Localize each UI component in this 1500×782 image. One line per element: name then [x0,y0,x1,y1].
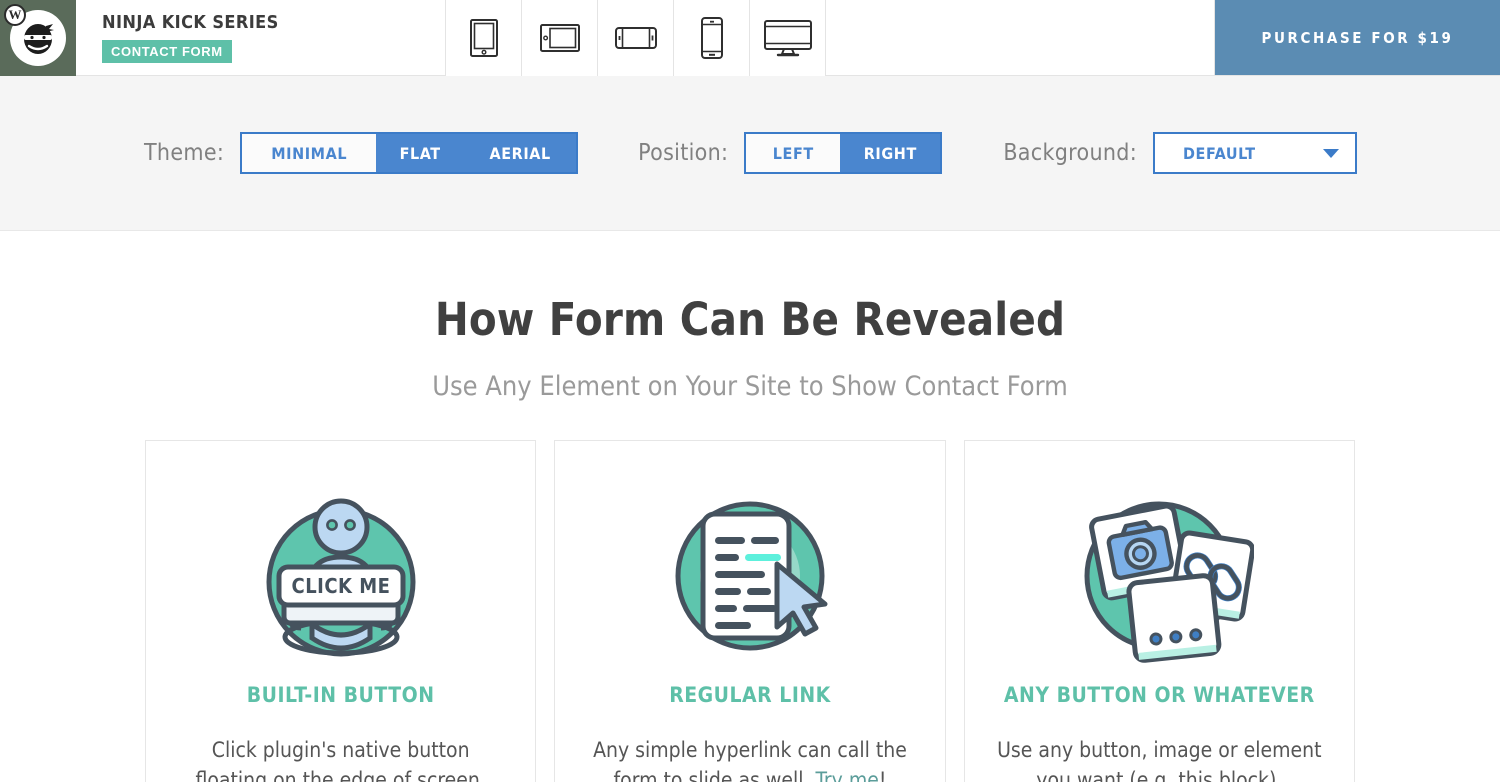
feature-card-any-button[interactable]: ANY BUTTON OR WHATEVER Use any button, i… [963,440,1355,782]
card-body-text-after: ! [878,768,887,782]
card-body: Any simple hyperlink can call the form t… [585,735,914,782]
background-label: Background: [1003,140,1137,166]
position-option-left[interactable]: LEFT [746,134,841,172]
position-label: Position: [638,140,729,166]
position-control-group: Position: LEFT RIGHT [638,132,943,174]
click-me-character-illustration: CLICK ME [246,479,436,669]
tablet-landscape-icon [539,24,580,52]
device-button-phone-portrait[interactable] [674,0,750,76]
page-title: How Form Can Be Revealed [434,293,1066,346]
card-body: Use any button, image or element you wan… [997,738,1322,782]
background-control-group: Background: DEFAULT [1003,132,1357,174]
ninja-face-icon [24,23,54,54]
theme-option-aerial[interactable]: AERIAL [464,134,577,172]
background-select-value: DEFAULT [1183,143,1256,163]
feature-card-regular-link[interactable]: REGULAR LINK Any simple hyperlink can ca… [554,440,946,782]
position-option-right[interactable]: RIGHT [840,134,941,172]
device-button-desktop[interactable] [750,0,826,76]
desktop-icon [763,20,812,57]
header-spacer [826,0,1215,75]
feature-card-built-in-button[interactable]: CLICK ME BUILT-IN BUTTON Click plugin's … [145,440,537,782]
purchase-button[interactable]: PURCHASE FOR $19 [1215,0,1500,75]
click-me-sign-text: CLICK ME [291,574,390,598]
theme-segmented-control: MINIMAL FLAT AERIAL [240,132,579,174]
phone-portrait-icon [700,17,723,59]
device-button-phone-landscape[interactable] [598,0,674,76]
wordpress-badge-icon: W [4,3,26,26]
brand-tag-badge: CONTACT FORM [102,40,232,63]
position-segmented-control: LEFT RIGHT [744,132,943,174]
try-me-link[interactable]: Try me [815,768,878,782]
device-preview-toolbar [446,0,826,76]
settings-toolbar: Theme: MINIMAL FLAT AERIAL Position: LEF… [0,76,1500,231]
device-button-tablet-portrait[interactable] [446,0,522,76]
theme-label: Theme: [144,140,225,166]
brand-block: W NINJA KICK SERIES CONTACT FORM [0,0,446,76]
theme-control-group: Theme: MINIMAL FLAT AERIAL [144,132,579,174]
main-content: How Form Can Be Revealed Use Any Element… [0,231,1500,782]
card-title: BUILT-IN BUTTON [246,683,435,707]
theme-option-flat[interactable]: FLAT [376,134,465,172]
app-logo[interactable]: W [0,0,76,76]
chevron-down-icon [1323,148,1339,158]
media-cards-illustration [1064,479,1255,669]
background-select[interactable]: DEFAULT [1153,132,1357,174]
page-subtitle: Use Any Element on Your Site to Show Con… [432,371,1068,402]
document-cursor-illustration [655,479,845,669]
theme-option-minimal[interactable]: MINIMAL [242,134,377,172]
card-title: ANY BUTTON OR WHATEVER [1003,683,1315,707]
tablet-portrait-icon [469,19,498,57]
phone-landscape-icon [614,27,657,49]
device-button-tablet-landscape[interactable] [522,0,598,76]
app-header: W NINJA KICK SERIES CONTACT FORM PURCHAS… [0,0,1500,76]
feature-card-list: CLICK ME BUILT-IN BUTTON Click plugin's … [0,440,1500,782]
card-body: Click plugin's native button floating on… [195,738,486,782]
brand-title: NINJA KICK SERIES [102,12,279,33]
brand-text: NINJA KICK SERIES CONTACT FORM [76,0,446,76]
card-title: REGULAR LINK [669,683,831,707]
